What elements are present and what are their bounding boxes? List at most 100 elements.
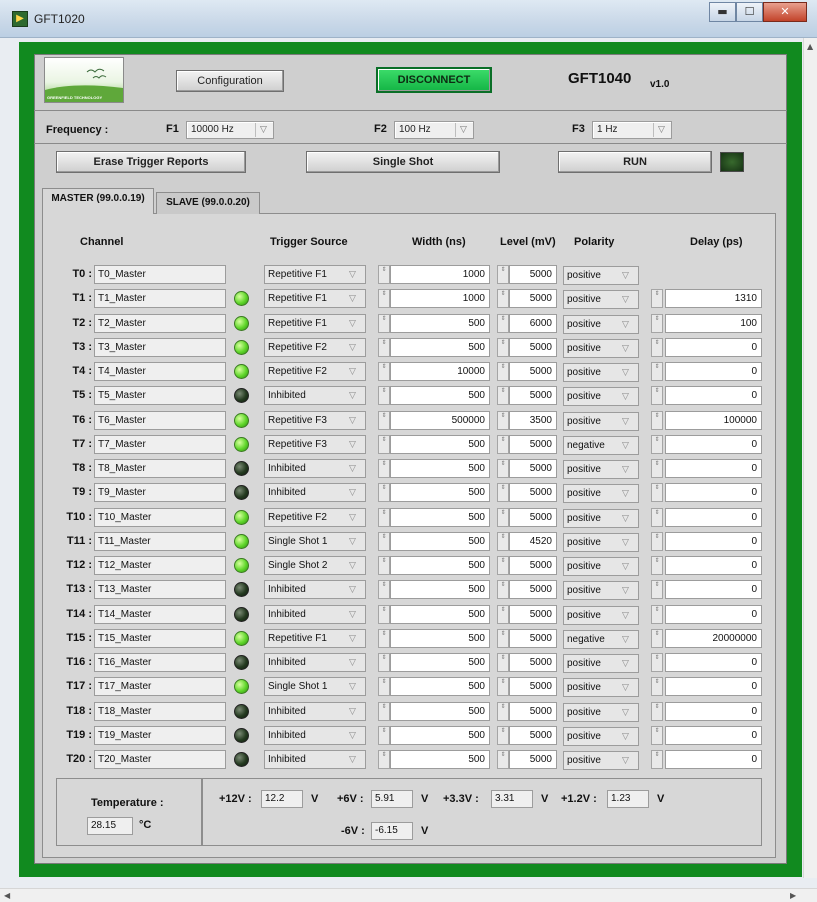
level-spinner-icon[interactable]: ⇕	[497, 628, 509, 648]
level-input[interactable]: 5000	[509, 628, 557, 648]
level-spinner-icon[interactable]: ⇕	[497, 750, 509, 769]
trigger-source-select[interactable]: Inhibited ▽	[264, 386, 366, 406]
trigger-source-select[interactable]: Inhibited ▽	[264, 750, 366, 769]
polarity-select[interactable]: positive ▽	[563, 702, 639, 722]
level-spinner-icon[interactable]: ⇕	[497, 701, 509, 721]
level-spinner-icon[interactable]: ⇕	[497, 531, 509, 551]
width-input[interactable]: 500	[390, 337, 490, 357]
channel-name-input[interactable]: T8_Master	[94, 459, 226, 478]
width-spinner-icon[interactable]: ⇕	[378, 337, 390, 357]
trigger-source-select[interactable]: Inhibited ▽	[264, 725, 366, 745]
delay-spinner-icon[interactable]: ⇕	[651, 459, 663, 478]
width-input[interactable]: 500	[390, 677, 490, 697]
channel-name-input[interactable]: T17_Master	[94, 677, 226, 697]
delay-input[interactable]: 0	[665, 653, 762, 672]
level-input[interactable]: 4520	[509, 531, 557, 551]
polarity-select[interactable]: positive ▽	[563, 411, 639, 431]
delay-input[interactable]: 0	[665, 580, 762, 600]
chevron-down-icon[interactable]: ▽	[622, 705, 636, 722]
width-input[interactable]: 500	[390, 750, 490, 769]
delay-input[interactable]: 0	[665, 701, 762, 721]
delay-spinner-icon[interactable]: ⇕	[651, 750, 663, 769]
channel-name-input[interactable]: T16_Master	[94, 653, 226, 672]
width-input[interactable]: 1000	[390, 289, 490, 309]
channel-name-input[interactable]: T4_Master	[94, 362, 226, 381]
width-spinner-icon[interactable]: ⇕	[378, 531, 390, 551]
delay-input[interactable]: 100	[665, 313, 762, 333]
chevron-down-icon[interactable]: ▽	[349, 752, 363, 769]
width-spinner-icon[interactable]: ⇕	[378, 410, 390, 430]
tab-slave[interactable]: SLAVE (99.0.0.20)	[156, 192, 260, 214]
level-spinner-icon[interactable]: ⇕	[497, 265, 509, 284]
chevron-down-icon[interactable]: ▽	[622, 753, 636, 770]
level-spinner-icon[interactable]: ⇕	[497, 556, 509, 575]
width-input[interactable]: 500	[390, 313, 490, 333]
level-input[interactable]: 5000	[509, 483, 557, 503]
width-spinner-icon[interactable]: ⇕	[378, 386, 390, 406]
channel-name-input[interactable]: T5_Master	[94, 386, 226, 406]
level-input[interactable]: 5000	[509, 507, 557, 527]
polarity-select[interactable]: negative ▽	[563, 435, 639, 455]
width-spinner-icon[interactable]: ⇕	[378, 677, 390, 697]
channel-name-input[interactable]: T7_Master	[94, 434, 226, 454]
chevron-down-icon[interactable]: ▽	[622, 414, 636, 431]
chevron-down-icon[interactable]: ▽	[622, 583, 636, 600]
channel-name-input[interactable]: T10_Master	[94, 507, 226, 527]
channel-name-input[interactable]: T20_Master	[94, 750, 226, 769]
delay-spinner-icon[interactable]: ⇕	[651, 386, 663, 406]
level-spinner-icon[interactable]: ⇕	[497, 459, 509, 478]
delay-spinner-icon[interactable]: ⇕	[651, 725, 663, 745]
chevron-down-icon[interactable]: ▽	[349, 607, 363, 624]
width-input[interactable]: 500	[390, 580, 490, 600]
minimize-button[interactable]: ▬	[709, 2, 736, 22]
chevron-down-icon[interactable]: ▽	[622, 535, 636, 552]
width-spinner-icon[interactable]: ⇕	[378, 289, 390, 309]
chevron-down-icon[interactable]: ▽	[349, 340, 363, 357]
horizontal-scrollbar[interactable]: ◀ ▶	[0, 888, 817, 902]
tab-master[interactable]: MASTER (99.0.0.19)	[42, 188, 154, 214]
channel-name-input[interactable]: T14_Master	[94, 604, 226, 624]
delay-input[interactable]: 1310	[665, 289, 762, 309]
level-input[interactable]: 5000	[509, 701, 557, 721]
chevron-down-icon[interactable]: ▽	[622, 341, 636, 358]
chevron-down-icon[interactable]: ▽	[349, 291, 363, 308]
polarity-select[interactable]: positive ▽	[563, 460, 639, 479]
width-input[interactable]: 500	[390, 604, 490, 624]
delay-input[interactable]: 0	[665, 459, 762, 478]
width-spinner-icon[interactable]: ⇕	[378, 604, 390, 624]
delay-spinner-icon[interactable]: ⇕	[651, 531, 663, 551]
polarity-select[interactable]: positive ▽	[563, 508, 639, 528]
chevron-down-icon[interactable]: ▽	[349, 631, 363, 648]
delay-spinner-icon[interactable]: ⇕	[651, 507, 663, 527]
width-spinner-icon[interactable]: ⇕	[378, 459, 390, 478]
trigger-source-select[interactable]: Inhibited ▽	[264, 604, 366, 624]
polarity-select[interactable]: positive ▽	[563, 266, 639, 285]
delay-spinner-icon[interactable]: ⇕	[651, 337, 663, 357]
delay-input[interactable]: 0	[665, 337, 762, 357]
run-button[interactable]: RUN	[558, 151, 712, 173]
width-input[interactable]: 1000	[390, 265, 490, 284]
chevron-down-icon[interactable]: ▽	[622, 317, 636, 334]
trigger-source-select[interactable]: Repetitive F1 ▽	[264, 289, 366, 309]
level-input[interactable]: 5000	[509, 580, 557, 600]
chevron-down-icon[interactable]: ▽	[622, 389, 636, 406]
level-spinner-icon[interactable]: ⇕	[497, 410, 509, 430]
level-input[interactable]: 5000	[509, 337, 557, 357]
polarity-select[interactable]: positive ▽	[563, 532, 639, 552]
level-spinner-icon[interactable]: ⇕	[497, 725, 509, 745]
chevron-down-icon[interactable]: ▽	[349, 558, 363, 575]
delay-spinner-icon[interactable]: ⇕	[651, 434, 663, 454]
chevron-down-icon[interactable]: ▽	[349, 267, 363, 284]
width-input[interactable]: 500	[390, 507, 490, 527]
delay-input[interactable]: 0	[665, 362, 762, 381]
trigger-source-select[interactable]: Single Shot 1 ▽	[264, 531, 366, 551]
delay-input[interactable]: 0	[665, 434, 762, 454]
channel-name-input[interactable]: T0_Master	[94, 265, 226, 284]
delay-input[interactable]: 0	[665, 507, 762, 527]
chevron-down-icon[interactable]: ▽	[349, 655, 363, 672]
channel-name-input[interactable]: T15_Master	[94, 628, 226, 648]
width-spinner-icon[interactable]: ⇕	[378, 653, 390, 672]
polarity-select[interactable]: positive ▽	[563, 678, 639, 698]
f3-select[interactable]: 1 Hz ▽	[592, 121, 672, 139]
chevron-down-icon[interactable]: ▽	[349, 510, 363, 527]
